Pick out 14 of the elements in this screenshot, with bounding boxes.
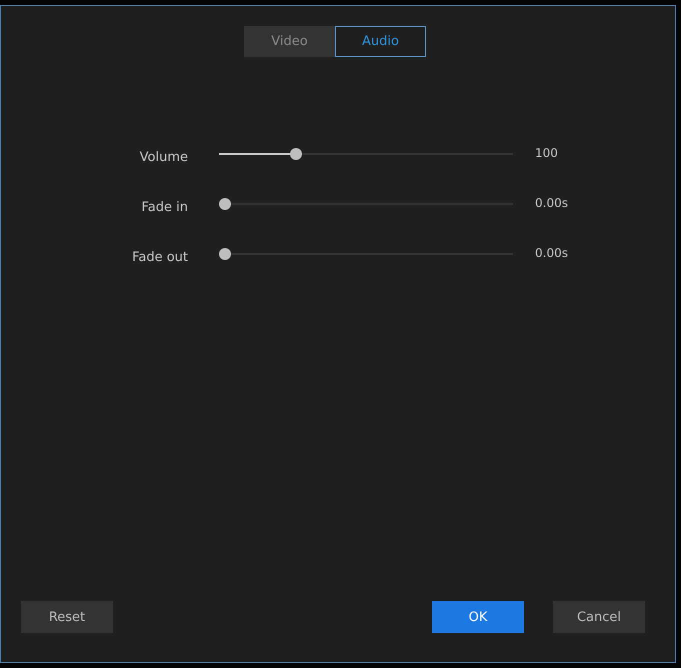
slider-value: 0.00s (535, 196, 568, 210)
slider-thumb[interactable] (219, 248, 231, 260)
dialog-button[interactable]: Cancel (553, 601, 645, 633)
slider-value: 100 (535, 146, 558, 160)
dialog-button[interactable]: Reset (21, 601, 113, 633)
slider-label: Fade in (140, 200, 188, 214)
slider-value: 0.00s (535, 246, 568, 260)
tab[interactable]: Video (244, 26, 335, 57)
slider-label: Volume (138, 150, 188, 164)
slider-label: Fade out (131, 250, 188, 264)
tab[interactable]: Audio (335, 26, 426, 57)
slider-thumb[interactable] (219, 198, 231, 210)
ok-button[interactable]: OK (432, 601, 524, 633)
slider-thumb[interactable] (290, 148, 302, 160)
